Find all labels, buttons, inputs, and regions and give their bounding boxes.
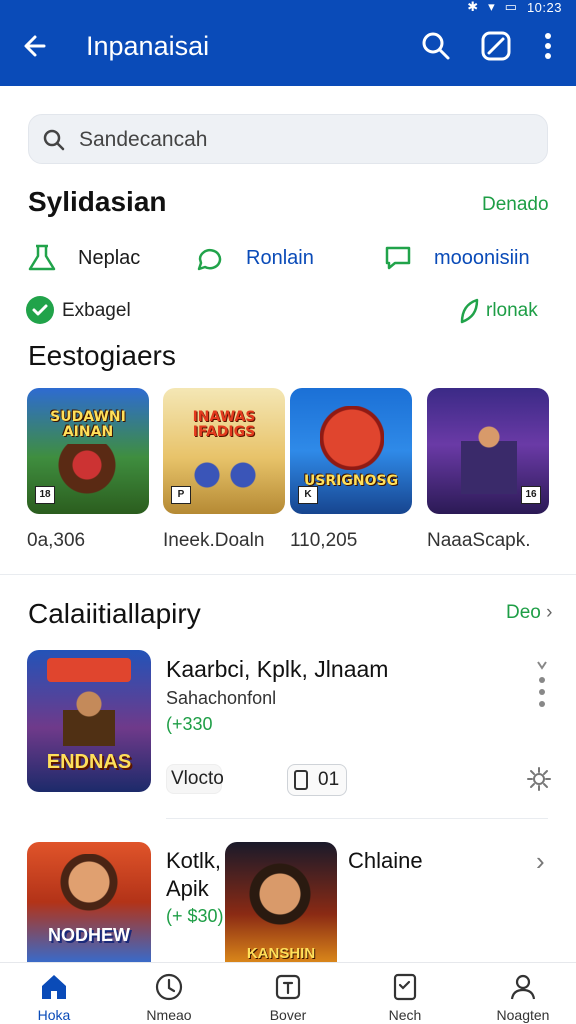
thumbnail-art-text: NODHEW bbox=[48, 925, 130, 945]
flask-icon bbox=[28, 244, 56, 271]
tile-art-text: INAWAS IFADIGS bbox=[192, 409, 256, 440]
category-label: Ronlain bbox=[246, 246, 314, 269]
nav-history[interactable]: Nmeao bbox=[119, 971, 219, 1023]
game-tile-3[interactable]: USRIGNOSG K bbox=[290, 388, 412, 514]
message-icon bbox=[385, 246, 411, 270]
game-tile-4[interactable]: 16 bbox=[427, 388, 549, 514]
signal-icon: ▾ bbox=[488, 0, 495, 14]
wifi-icon: ✱ bbox=[467, 0, 479, 14]
item-side-label[interactable]: Chlaine bbox=[348, 848, 423, 874]
tile-art-text: SUDAWNI AINAN bbox=[50, 409, 126, 440]
nav-label: Nmeao bbox=[146, 1007, 192, 1023]
page-title: Inpanaisai bbox=[86, 31, 210, 61]
back-arrow-icon[interactable] bbox=[18, 28, 54, 64]
category-label: mooonisiin bbox=[434, 246, 530, 269]
tile-caption: 110,205 bbox=[290, 530, 358, 551]
age-rating-badge: K bbox=[298, 486, 318, 504]
search-input[interactable] bbox=[79, 123, 529, 157]
edit-icon[interactable] bbox=[478, 28, 514, 64]
nav-box[interactable]: Bover bbox=[238, 971, 338, 1023]
search-icon bbox=[43, 129, 65, 151]
more-vert-icon[interactable] bbox=[530, 28, 566, 64]
game-thumbnail-2[interactable]: KANSHIN bbox=[225, 842, 337, 962]
age-rating-badge: 18 bbox=[35, 486, 55, 504]
home-icon bbox=[42, 975, 66, 999]
settings-gear-icon[interactable] bbox=[526, 766, 552, 792]
chevron-right-icon: › bbox=[546, 602, 553, 623]
search-icon[interactable] bbox=[418, 28, 454, 64]
divider bbox=[166, 818, 548, 819]
battery-icon: ▭ bbox=[504, 0, 517, 14]
thumbnail-art-text: ENDNAS bbox=[46, 751, 132, 773]
status-time: 10:23 bbox=[526, 0, 562, 15]
check-circle-icon bbox=[26, 296, 54, 324]
section-title-featured: Sylidasian bbox=[28, 186, 167, 217]
device-button[interactable]: 01 bbox=[287, 764, 347, 796]
bottom-navigation: Hoka Nmeao Bover Nech Noagten bbox=[0, 962, 576, 1024]
device-icon bbox=[294, 770, 308, 790]
nav-home[interactable]: Hoka bbox=[4, 971, 104, 1023]
person-icon bbox=[510, 974, 536, 1000]
age-rating-badge: 16 bbox=[521, 486, 541, 504]
item-title[interactable]: Kotlk, bbox=[166, 848, 221, 874]
view-button[interactable]: Vlocto bbox=[166, 764, 224, 794]
nav-label: Bover bbox=[269, 1007, 307, 1023]
nav-label: Nech bbox=[388, 1007, 422, 1023]
chat-bubble-icon bbox=[197, 248, 222, 271]
box-icon bbox=[275, 974, 301, 1000]
age-rating-badge: P bbox=[171, 486, 191, 504]
leaf-icon bbox=[460, 298, 479, 324]
tag-link[interactable]: rlonak bbox=[486, 300, 538, 322]
section-action-link[interactable]: Deo › bbox=[506, 602, 552, 624]
tile-caption: Ineek.Doaln bbox=[163, 530, 265, 551]
game-tile-2[interactable]: INAWAS IFADIGS P bbox=[163, 388, 285, 514]
section-title-games: Eestogiaers bbox=[28, 340, 176, 371]
nav-notes[interactable]: Nech bbox=[355, 971, 455, 1023]
game-tile-1[interactable]: SUDAWNI AINAN 18 bbox=[27, 388, 149, 514]
category-item-1[interactable]: Neplac bbox=[26, 238, 140, 278]
history-icon bbox=[155, 973, 183, 1001]
item-title-line2: Apik bbox=[166, 876, 209, 901]
game-thumbnail[interactable]: NODHEW bbox=[27, 842, 151, 962]
tile-caption: 0a,306 bbox=[27, 530, 86, 551]
section-action-link[interactable]: Denado bbox=[482, 194, 549, 216]
item-price: (+330 bbox=[166, 714, 213, 734]
nav-profile[interactable]: Noagten bbox=[473, 971, 573, 1023]
search-bar[interactable] bbox=[28, 114, 548, 164]
game-thumbnail[interactable]: ENDNAS bbox=[27, 650, 151, 792]
item-title[interactable]: Kaarbci, Kplk, Jlnaam bbox=[166, 656, 388, 683]
nav-label: Noagten bbox=[496, 1007, 550, 1023]
category-item-2[interactable]: Ronlain bbox=[194, 238, 314, 278]
more-vert-icon[interactable] bbox=[530, 658, 554, 710]
item-subtitle: Sahachonfonl bbox=[166, 688, 277, 708]
device-count: 01 bbox=[318, 769, 340, 790]
thumbnail-art-text: KANSHIN bbox=[246, 945, 316, 962]
category-label: Neplac bbox=[78, 246, 141, 269]
section-title-list: Calaiitiallapiry bbox=[28, 598, 201, 629]
notes-icon bbox=[393, 973, 417, 1001]
tile-caption: NaaaScapk. bbox=[427, 530, 531, 551]
app-bar: ✱ ▾ ▭ 10:23 Inpanaisai bbox=[0, 0, 576, 86]
action-label: Deo bbox=[506, 602, 541, 623]
nav-label: Hoka bbox=[37, 1007, 71, 1023]
divider bbox=[0, 574, 576, 575]
category-item-3[interactable]: mooonisiin bbox=[382, 238, 530, 278]
filter-label[interactable]: Exbagel bbox=[62, 300, 131, 322]
chevron-right-icon[interactable]: › bbox=[536, 846, 545, 877]
status-bar: ✱ ▾ ▭ 10:23 bbox=[467, 0, 562, 15]
item-price: (+ $30) bbox=[166, 906, 224, 926]
